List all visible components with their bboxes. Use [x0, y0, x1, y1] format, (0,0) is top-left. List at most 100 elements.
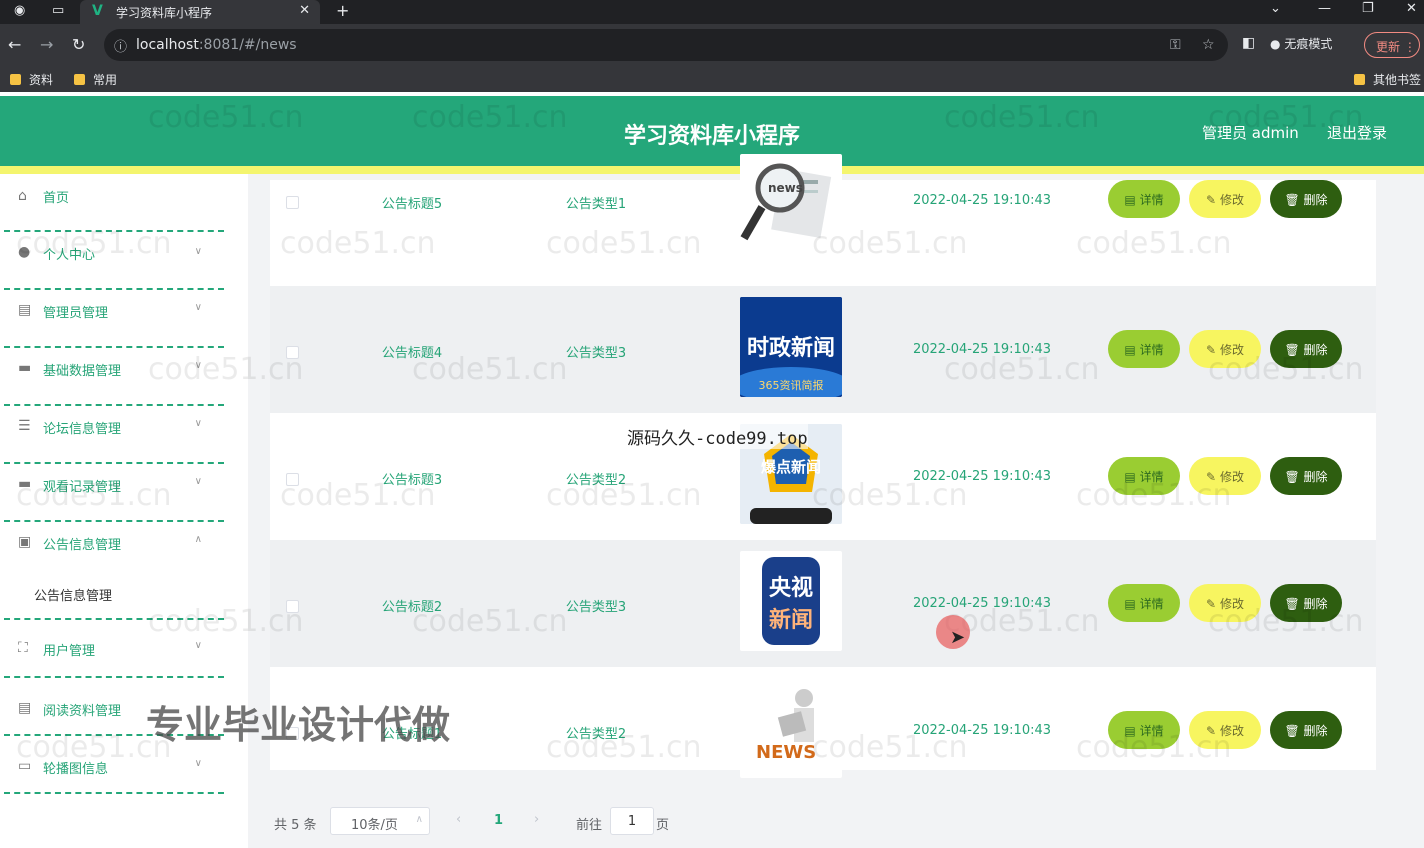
edit-button[interactable]: ✎ 修改 — [1189, 584, 1261, 622]
edit-icon: ✎ — [1206, 597, 1217, 611]
folder-icon — [10, 74, 21, 85]
delete-button[interactable]: 🗑 删除 — [1270, 457, 1342, 495]
goto-label: 前往 — [576, 818, 603, 833]
edit-icon: ✎ — [1206, 470, 1217, 484]
detail-button[interactable]: ▤ 详情 — [1108, 457, 1180, 495]
forward-icon[interactable]: → — [40, 35, 53, 54]
row-checkbox[interactable] — [286, 346, 299, 359]
bookmark-other[interactable]: 其他书签 — [1354, 71, 1421, 88]
delete-button[interactable]: 🗑 删除 — [1270, 330, 1342, 368]
home-icon: ⌂ — [18, 188, 27, 204]
new-tab-icon[interactable]: + — [336, 1, 349, 20]
submenu-notices[interactable]: 公告信息管理 — [4, 574, 224, 620]
sidepanel-icon[interactable]: ◧ — [1242, 35, 1255, 51]
site-info-icon[interactable]: ⓘ — [114, 36, 127, 55]
chart-icon: ▤ — [18, 302, 32, 318]
tab-search-icon[interactable]: ▭ — [52, 3, 64, 18]
svg-text:新闻: 新闻 — [769, 607, 813, 633]
delete-icon: 🗑 — [1284, 193, 1300, 207]
incognito-icon: ● — [1270, 37, 1281, 51]
cursor-pointer-icon: ➤ — [950, 627, 966, 648]
globe-icon[interactable]: ◉ — [14, 3, 25, 18]
promo-watermark: 专业毕业设计代做 — [146, 703, 451, 747]
sidebar-item-label: 公告信息管理 — [43, 538, 122, 553]
notice-type: 公告类型3 — [565, 600, 627, 615]
edit-button[interactable]: ✎ 修改 — [1189, 330, 1261, 368]
briefcase-icon: ▬ — [18, 476, 32, 492]
pagination-total: 共 5 条 — [274, 818, 317, 833]
tab-close-icon[interactable]: ✕ — [299, 3, 310, 18]
delete-button[interactable]: 🗑 删除 — [1270, 711, 1342, 749]
update-button[interactable]: 更新 ⋮ — [1364, 32, 1420, 58]
tab-favicon-icon: V — [92, 3, 103, 19]
sidebar-item-home[interactable]: ⌂ 首页 — [4, 174, 224, 232]
sidebar-item-label: 轮播图信息 — [43, 762, 109, 777]
key-icon[interactable]: ⚿ — [1170, 37, 1181, 53]
next-page-icon[interactable]: › — [534, 812, 539, 827]
sidebar-item-label: 用户管理 — [43, 644, 96, 659]
bookmark-folder-ziliao[interactable]: 资料 — [10, 71, 53, 88]
chevron-down-icon: ∨ — [194, 360, 202, 371]
sidebar-item-forum[interactable]: ☰ 论坛信息管理 ∨ — [4, 406, 224, 464]
notice-image: NEWS — [740, 678, 842, 778]
detail-button[interactable]: ▤ 详情 — [1108, 330, 1180, 368]
row-checkbox[interactable] — [286, 196, 299, 209]
incognito-indicator[interactable]: ● 无痕模式 — [1270, 35, 1332, 52]
detail-icon: ▤ — [1124, 470, 1136, 484]
detail-icon: ▤ — [1124, 597, 1136, 611]
chevron-down-icon: ∨ — [194, 246, 202, 257]
sidebar-item-users[interactable]: ⛶ 用户管理 ∨ — [4, 620, 224, 678]
minimize-icon[interactable]: — — [1318, 1, 1331, 16]
row-checkbox[interactable] — [286, 600, 299, 613]
politics-news-image: 时政新闻 365资讯简报 — [740, 297, 842, 397]
edit-button[interactable]: ✎ 修改 — [1189, 180, 1261, 218]
star-icon[interactable]: ☆ — [1202, 37, 1215, 53]
detail-button[interactable]: ▤ 详情 — [1108, 584, 1180, 622]
sidebar-item-base-data[interactable]: ▬ 基础数据管理 ∨ — [4, 348, 224, 406]
detail-button[interactable]: ▤ 详情 — [1108, 180, 1180, 218]
browser-tabbar: ◉ ▭ V 学习资料库小程序 ✕ + ⌄ — ❐ ✕ — [0, 0, 1424, 24]
page-size-select[interactable]: 10条/页 ∧ — [330, 807, 430, 835]
svg-text:NEWS: NEWS — [756, 742, 816, 763]
chevron-up-icon: ∧ — [415, 814, 423, 825]
svg-text:爆点新闻: 爆点新闻 — [761, 458, 821, 476]
bookmark-folder-changyong[interactable]: 常用 — [74, 71, 117, 88]
sidebar-item-profile[interactable]: ● 个人中心 ∨ — [4, 232, 224, 290]
url-text: localhost:8081/#/news — [136, 37, 297, 53]
sidebar-item-label: 观看记录管理 — [43, 480, 122, 495]
restore-icon[interactable]: ❐ — [1362, 1, 1374, 16]
detail-button[interactable]: ▤ 详情 — [1108, 711, 1180, 749]
reload-icon[interactable]: ↻ — [72, 35, 85, 54]
table-row: 公告标题4 公告类型3 时政新闻 365资讯简报 2022-04-25 19:1… — [270, 286, 1376, 413]
edit-button[interactable]: ✎ 修改 — [1189, 457, 1261, 495]
back-icon[interactable]: ← — [8, 35, 21, 54]
browser-tab[interactable]: V 学习资料库小程序 ✕ — [80, 0, 320, 24]
clipboard-icon: ▣ — [18, 534, 32, 550]
browser-toolbar: ← → ↻ ⓘ localhost:8081/#/news ⚿ ☆ ◧ ● 无痕… — [0, 24, 1424, 66]
sidebar-item-label: 基础数据管理 — [43, 364, 122, 379]
source-watermark: 源码久久-code99.top — [627, 424, 808, 449]
delete-icon: 🗑 — [1284, 724, 1300, 738]
notice-time: 2022-04-25 19:10:43 — [912, 342, 1052, 357]
sidebar-item-admins[interactable]: ▤ 管理员管理 ∨ — [4, 290, 224, 348]
submenu-label: 公告信息管理 — [34, 589, 113, 604]
logout-link[interactable]: 退出登录 — [1327, 122, 1387, 143]
goto-page-input[interactable]: 1 — [610, 807, 654, 835]
tab-list-icon[interactable]: ⌄ — [1270, 1, 1281, 16]
news-3d-image: NEWS — [756, 689, 816, 763]
close-window-icon[interactable]: ✕ — [1406, 1, 1417, 16]
notice-type: 公告类型2 — [565, 473, 627, 488]
svg-text:news: news — [768, 181, 803, 195]
sidebar-item-label: 个人中心 — [43, 248, 96, 263]
sidebar-item-notices[interactable]: ▣ 公告信息管理 ∧ — [4, 522, 224, 580]
sidebar-item-watch-records[interactable]: ▬ 观看记录管理 ∨ — [4, 464, 224, 522]
page-number-current[interactable]: 1 — [494, 813, 503, 828]
delete-button[interactable]: 🗑 删除 — [1270, 180, 1342, 218]
edit-button[interactable]: ✎ 修改 — [1189, 711, 1261, 749]
delete-button[interactable]: 🗑 删除 — [1270, 584, 1342, 622]
row-checkbox[interactable] — [286, 473, 299, 486]
table-row: 公告标题2 公告类型3 央视 新闻 2022-04-25 19:10:43 ▤ … — [270, 540, 1376, 667]
prev-page-icon[interactable]: ‹ — [456, 812, 461, 827]
user-icon: ● — [18, 244, 31, 260]
address-bar[interactable]: ⓘ localhost:8081/#/news ⚿ ☆ — [104, 29, 1228, 61]
